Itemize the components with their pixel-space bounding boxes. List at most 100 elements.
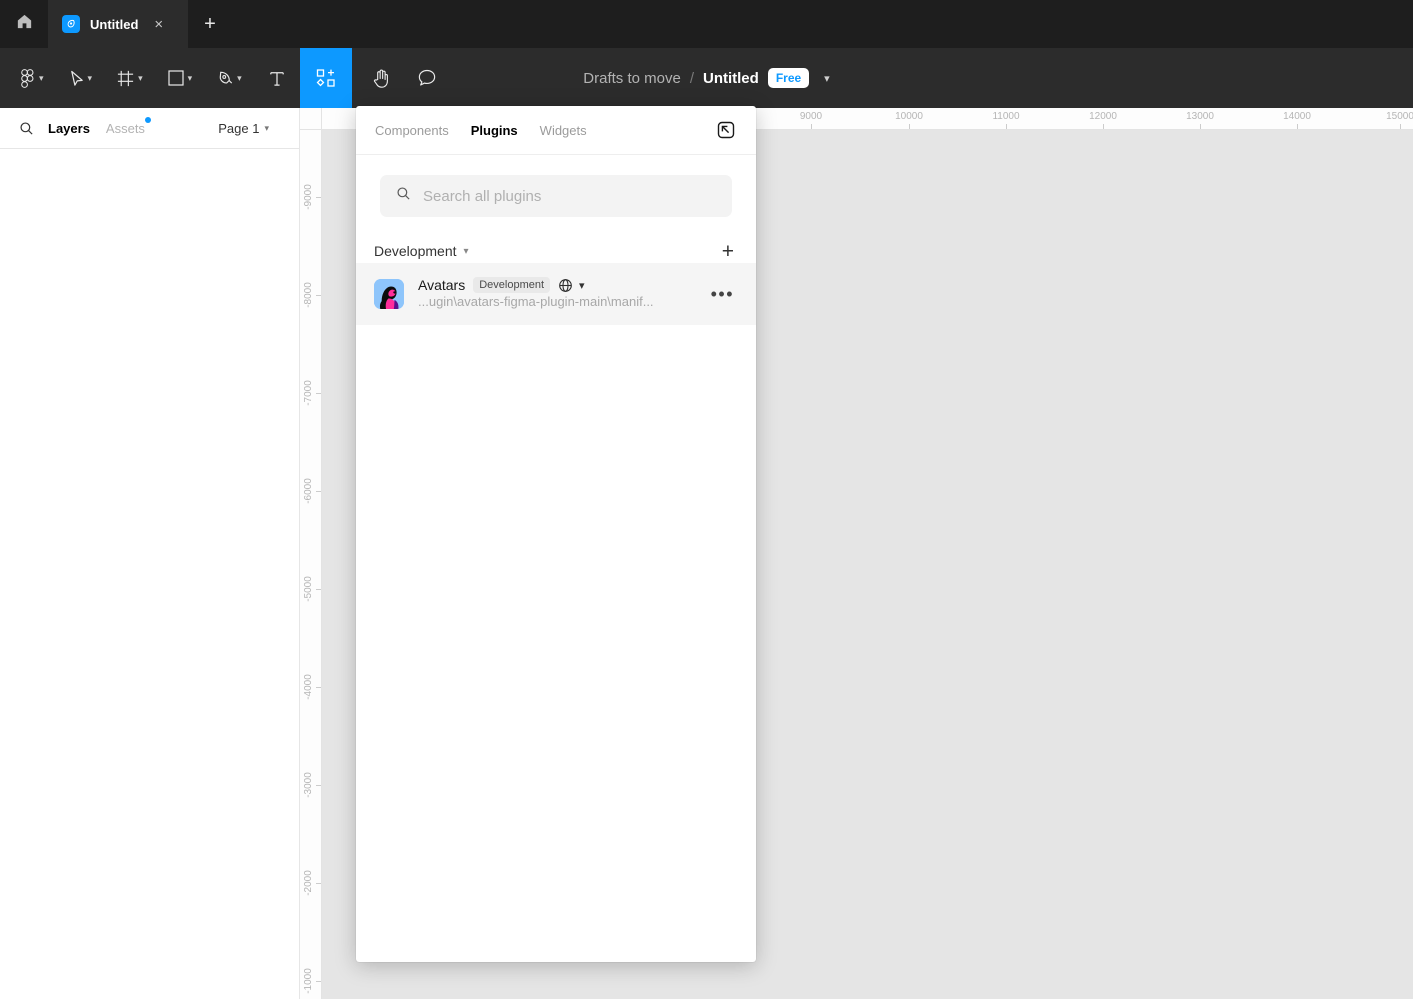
search-icon [396,186,411,206]
figma-file-icon [62,15,80,33]
rectangle-icon [167,69,185,87]
text-tool-button[interactable] [262,48,292,108]
ruler-tick-h [1103,124,1104,129]
ruler-tick-v [316,295,321,296]
ruler-tick-v [316,687,321,688]
ruler-tick-h [909,124,910,129]
development-section-header: Development ▾ + [356,217,756,263]
ruler-tick-h [811,124,812,129]
ruler-tick-h [1006,124,1007,129]
ruler-label-v: -4000 [303,674,314,700]
pen-tool-button[interactable]: ▾ [210,48,248,108]
breadcrumb-separator: / [689,69,694,87]
figma-menu-button[interactable]: ▾ [12,48,50,108]
home-icon [15,12,34,36]
tab-plugins[interactable]: Plugins [471,123,518,138]
text-icon [268,69,286,88]
frame-tool-button[interactable]: ▾ [110,48,149,108]
ruler-label-v: -7000 [303,380,314,406]
ruler-label-h: 10000 [895,111,923,122]
document-tab-label: Untitled [90,16,139,32]
plugin-more-options-button[interactable]: ••• [707,285,738,303]
ruler-label-v: -6000 [303,478,314,504]
ruler-label-v: -1000 [303,968,314,994]
popover-tabs: Components Plugins Widgets [356,106,756,155]
ruler-label-h: 9000 [799,111,823,122]
cursor-icon [68,69,85,88]
figma-logo-icon [18,68,36,88]
ruler-tick-h [1400,124,1401,129]
ruler-label-v: -8000 [303,282,314,308]
hand-tool-button[interactable] [366,48,397,108]
search-input[interactable] [423,187,716,205]
ruler-label-h: 11000 [992,111,1020,122]
chevron-down-icon: ▾ [87,72,93,83]
assets-badge-dot [144,116,151,123]
hand-icon [372,68,391,89]
sidebar-tab-layers[interactable]: Layers [40,121,98,136]
ruler-label-v: -5000 [303,576,314,602]
development-section-title[interactable]: Development [374,243,457,259]
dock-arrow-icon[interactable] [715,119,737,141]
globe-icon[interactable] [558,278,573,293]
ruler-label-h: 15000 [1386,111,1413,122]
page-selector-label: Page 1 [218,120,260,136]
search-icon[interactable] [12,121,40,136]
ruler-label-h: 13000 [1186,111,1214,122]
ruler-tick-v [316,589,321,590]
plugin-status-badge: Development [473,277,551,293]
ruler-corner [300,108,322,130]
move-tool-button[interactable]: ▾ [62,48,99,108]
resources-tool-button[interactable] [299,48,352,108]
plugin-title-row: Avatars Development ▾ [418,277,693,293]
ruler-tick-v [316,981,321,982]
sidebar-tab-layers-label: Layers [48,120,90,136]
plugin-manifest-path: ...ugin\avatars-figma-plugin-main\manif.… [418,294,654,309]
sidebar-tab-assets[interactable]: Assets [98,116,153,136]
chevron-down-icon[interactable]: ▾ [579,279,585,292]
plugin-list-item[interactable]: Avatars Development ▾ ...ugin\avatars-fi… [356,263,756,325]
plugin-search-box[interactable] [380,175,732,217]
sidebar-tab-assets-label: Assets [105,120,145,136]
ruler-label-v: -9000 [303,184,314,210]
comment-icon [417,68,437,88]
sidebar-header: Layers Assets Page 1 ▾ [0,108,299,149]
plugin-name: Avatars [418,277,466,293]
add-plugin-button[interactable]: + [720,241,736,262]
shape-tool-button[interactable]: ▾ [161,48,199,108]
home-button[interactable] [0,0,48,48]
chevron-down-icon: ▾ [138,72,143,83]
frame-icon [116,69,135,88]
chevron-down-icon[interactable]: ▾ [824,72,830,85]
ruler-label-v: -2000 [303,870,314,896]
avatar-thumbnail [374,279,404,309]
ruler-tick-h [1297,124,1298,129]
ruler-tick-h [1200,124,1201,129]
window-tabbar: Untitled × + [0,0,1413,48]
new-tab-button[interactable]: + [188,0,232,48]
close-icon[interactable]: × [154,17,163,32]
left-sidebar: Layers Assets Page 1 ▾ [0,108,300,999]
tab-components[interactable]: Components [375,123,449,138]
chevron-down-icon[interactable]: ▾ [464,246,469,257]
chevron-down-icon: ▾ [39,72,44,83]
vertical-ruler: -9000 -8000 -7000 -6000 -5000 -4000 -3000 -2000… [300,108,322,999]
chevron-down-icon: ▾ [187,72,193,83]
pen-icon [216,69,234,88]
comment-tool-button[interactable] [411,48,443,108]
tab-widgets[interactable]: Widgets [540,123,587,138]
ruler-tick-v [316,491,321,492]
chevron-down-icon: ▾ [264,122,269,133]
resources-icon [315,67,337,89]
ruler-tick-v [316,393,321,394]
plan-badge[interactable]: Free [767,68,810,88]
document-tab[interactable]: Untitled × [48,0,188,48]
page-title[interactable]: Untitled [703,70,759,87]
page-selector[interactable]: Page 1 ▾ [218,121,287,136]
plugin-search-container [356,155,756,217]
ruler-tick-v [316,197,321,198]
plugin-info: Avatars Development ▾ ...ugin\avatars-fi… [418,277,693,311]
ruler-label-h: 14000 [1283,111,1311,122]
breadcrumb-parent[interactable]: Drafts to move [583,70,681,87]
ruler-tick-v [316,785,321,786]
